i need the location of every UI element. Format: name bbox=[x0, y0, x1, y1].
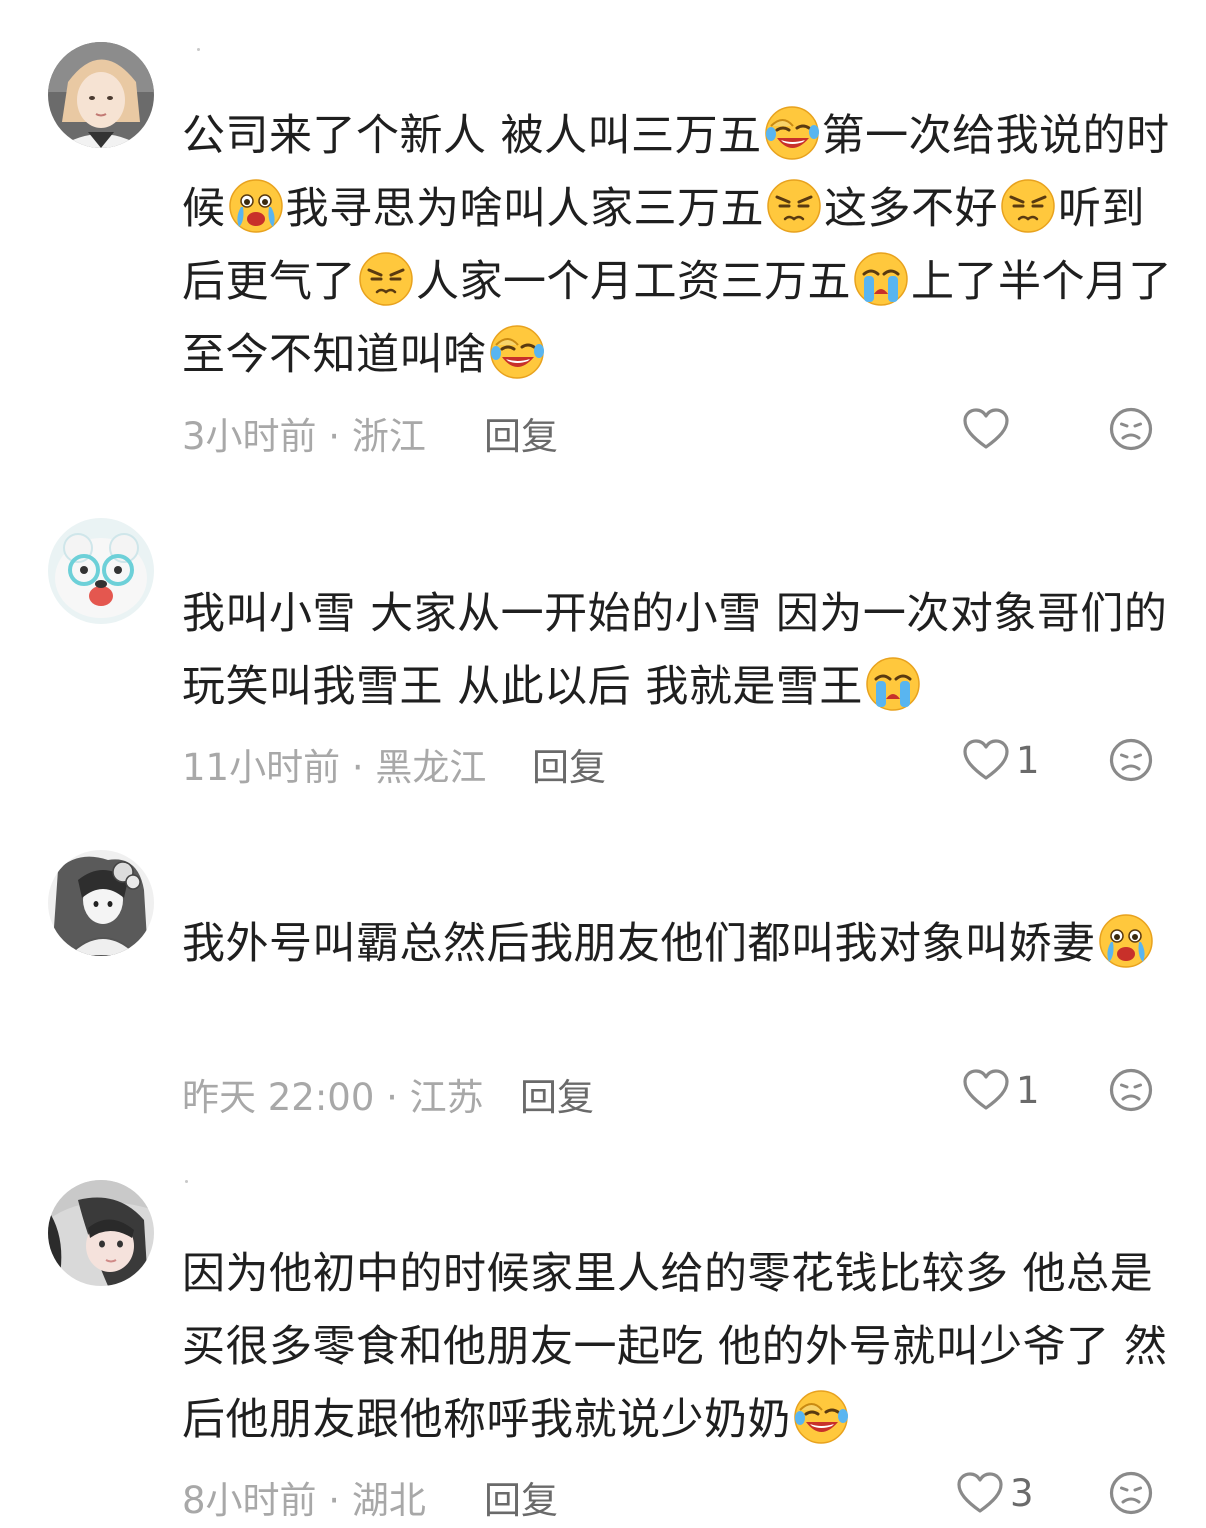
comment-meta: 8小时前 · 湖北 bbox=[182, 1479, 426, 1522]
comment-text: 因为他初中的时候家里人给的零花钱比较多 他总是买很多零食和他朋友一起吃 他的外号… bbox=[182, 1238, 1172, 1457]
heart-outline-icon bbox=[956, 1471, 1004, 1515]
comment-item: 因为他初中的时候家里人给的零花钱比较多 他总是买很多零食和他朋友一起吃 他的外号… bbox=[0, 0, 1206, 1528]
frown-face-outline-icon bbox=[1108, 1470, 1154, 1516]
decorative-dot bbox=[185, 1180, 188, 1183]
avatar[interactable] bbox=[48, 1180, 154, 1286]
laugh-cry-emoji-icon bbox=[792, 1388, 850, 1446]
comment-text-segment: 因为他初中的时候家里人给的零花钱比较多 他总是买很多零食和他朋友一起吃 他的外号… bbox=[182, 1249, 1168, 1445]
like-count: 3 bbox=[1010, 1471, 1034, 1515]
like-button[interactable]: 3 bbox=[956, 1467, 1034, 1519]
dislike-button[interactable] bbox=[1108, 1470, 1154, 1516]
reply-button[interactable]: 回复 bbox=[484, 1470, 558, 1524]
